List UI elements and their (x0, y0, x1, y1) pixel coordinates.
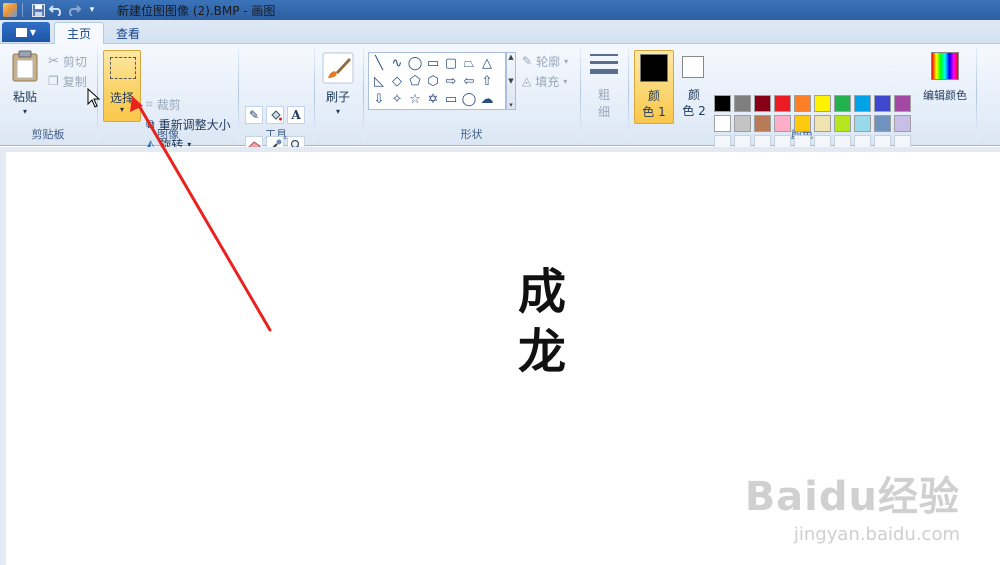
watermark-logo: Baidu经验 (744, 474, 960, 520)
mouse-cursor-icon (87, 88, 101, 108)
watermark-url: jingyan.baidu.com (793, 524, 960, 545)
baidu-watermark: Baidu经验 jingyan.baidu.com (745, 464, 960, 545)
